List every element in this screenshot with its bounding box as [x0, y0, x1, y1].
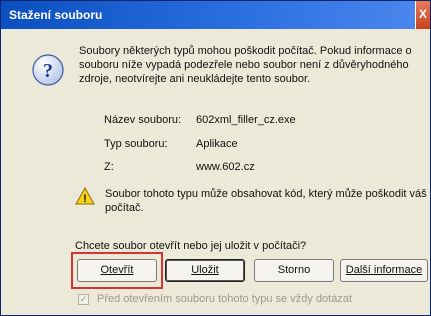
- info-text: Soubory některých typů mohou poškodit po…: [79, 45, 412, 85]
- more-info-button-label: Další informace: [345, 264, 423, 276]
- warning-text: Soubor tohoto typu může obsahovat kód, k…: [105, 188, 427, 214]
- file-source-value: www.602.cz: [196, 161, 255, 173]
- close-icon: X: [418, 7, 427, 21]
- file-type-value: Aplikace: [196, 138, 238, 150]
- always-ask-label[interactable]: Před otevřením souboru tohoto typu se vž…: [97, 293, 352, 305]
- svg-text:!: !: [83, 193, 87, 205]
- question-text: Chcete soubor otevřít nebo jej uložit v …: [75, 240, 307, 252]
- file-name-label: Název souboru:: [104, 114, 182, 126]
- window-title: Stažení souboru: [9, 8, 103, 22]
- save-button[interactable]: Uložit: [165, 259, 245, 282]
- cancel-button[interactable]: Storno: [254, 259, 334, 282]
- cancel-button-label: Storno: [277, 264, 311, 276]
- file-name-value: 602xml_filler_cz.exe: [196, 114, 296, 126]
- file-type-label: Typ souboru:: [104, 138, 168, 150]
- title-bar[interactable]: Stažení souboru X: [1, 1, 430, 29]
- file-download-dialog: Stažení souboru X ? Soubory některých ty…: [0, 0, 431, 316]
- save-button-label: Uložit: [191, 264, 219, 276]
- more-info-button[interactable]: Další informace: [340, 259, 428, 282]
- svg-text:?: ?: [43, 60, 53, 82]
- always-ask-checkbox[interactable]: ✓: [78, 294, 89, 305]
- open-button[interactable]: Otevřít: [77, 259, 157, 282]
- close-button[interactable]: X: [415, 1, 430, 29]
- warning-icon: !: [75, 187, 95, 205]
- question-icon: ?: [32, 54, 64, 86]
- open-button-label: Otevřít: [100, 264, 134, 276]
- file-source-label: Z:: [104, 161, 114, 173]
